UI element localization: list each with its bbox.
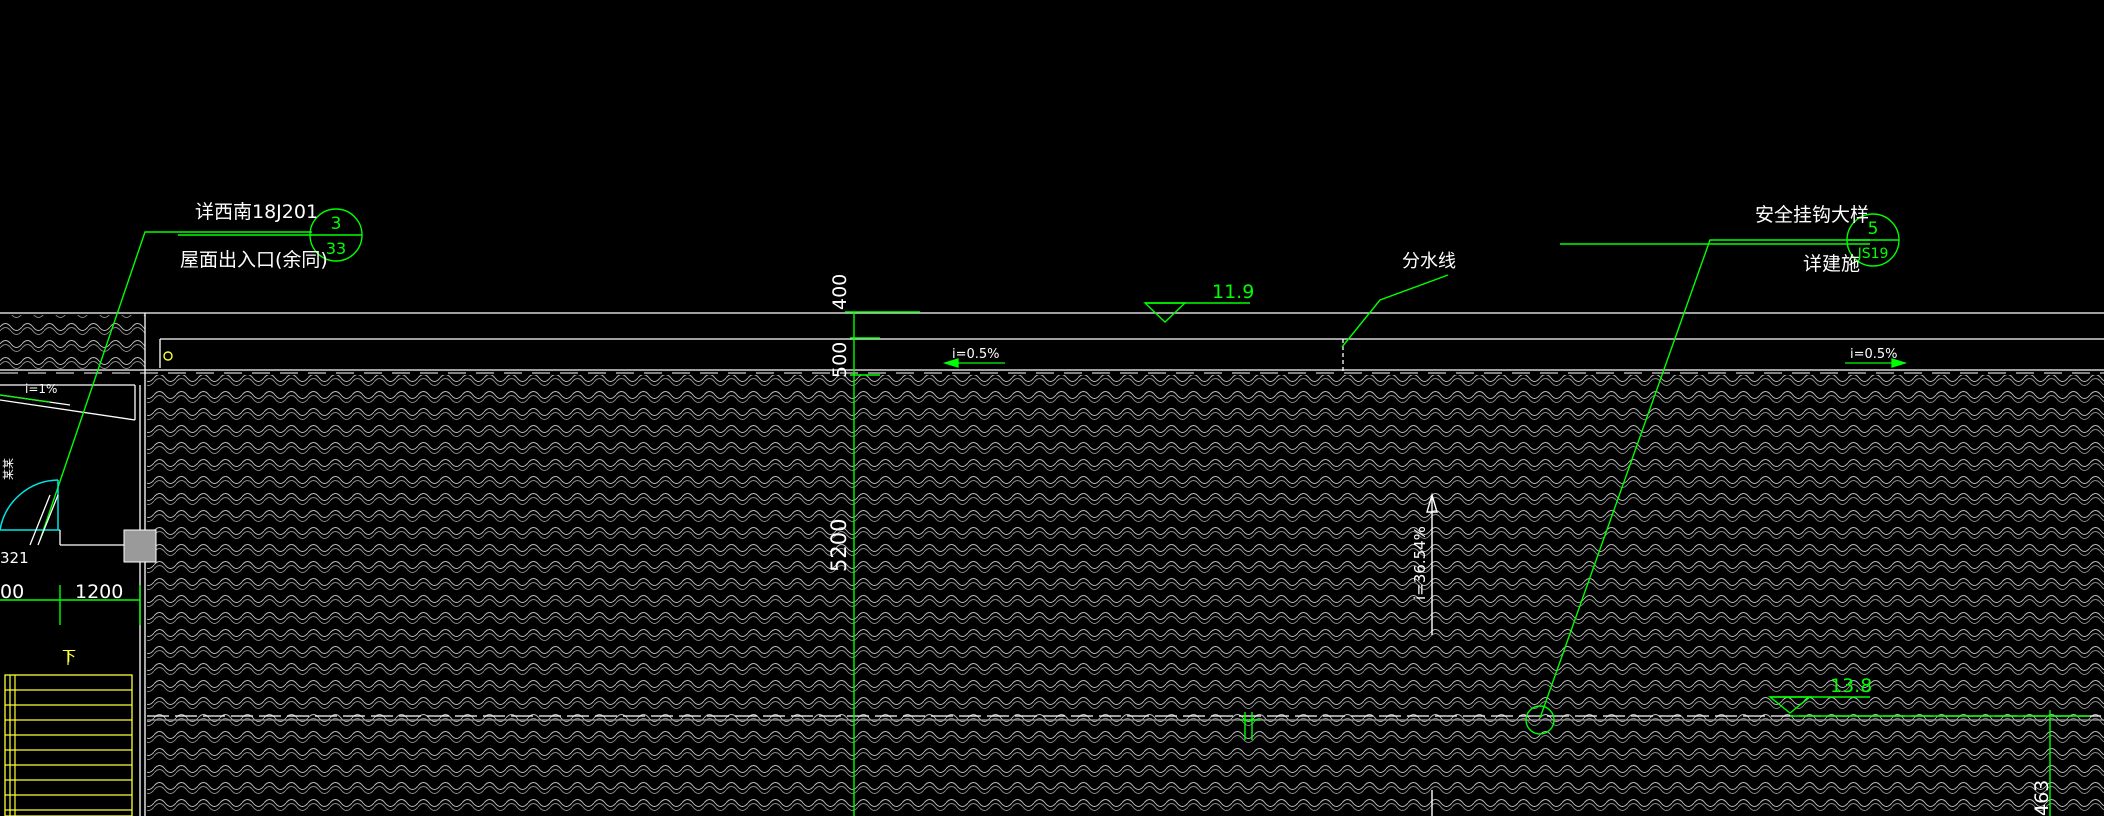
water-divide-text: 分水线 bbox=[1402, 251, 1456, 272]
elevation-bottom-text: 13.8 bbox=[1830, 675, 1872, 697]
ref-left-circle-bottom-text: 33 bbox=[326, 239, 346, 258]
ref-left-bottom-text: 屋面出入口(余同) bbox=[180, 249, 328, 271]
label-321-text: 321 bbox=[0, 549, 29, 567]
label-463-text: 463 bbox=[2031, 780, 2053, 816]
dim-400-text: 400 bbox=[829, 274, 851, 310]
main-roof-tile-area bbox=[147, 375, 2104, 816]
slope-roof-text: i=36.54% bbox=[1411, 526, 1429, 600]
label-down-text: 下 bbox=[62, 649, 76, 665]
slope-small-text: i=1% bbox=[25, 382, 57, 396]
slope-right-text: i=0.5% bbox=[1850, 347, 1898, 362]
left-roof-tile-area bbox=[0, 315, 145, 370]
dim-1200-text: 1200 bbox=[75, 581, 123, 603]
elevation-top-text: 11.9 bbox=[1212, 281, 1254, 303]
cad-drawing-canvas[interactable]: 详西南18J201 屋面出入口(余同) 3 33 安全挂钩大样 详建施 5 JS… bbox=[0, 0, 2104, 816]
dim-00-text: 00 bbox=[0, 581, 24, 603]
ref-right-circle-bottom-text: JS19 bbox=[1857, 246, 1889, 262]
dim-500-text: 500 bbox=[829, 342, 851, 378]
label-side-text: 某某 bbox=[2, 458, 15, 480]
ref-left-circle-top-text: 3 bbox=[331, 214, 342, 234]
slope-left-text: i=0.5% bbox=[952, 347, 1000, 362]
ref-left-top-text: 详西南18J201 bbox=[195, 201, 318, 223]
ref-right-bottom-text: 详建施 bbox=[1803, 253, 1860, 275]
pipe-block bbox=[123, 529, 157, 563]
ref-right-circle-top-text: 5 bbox=[1868, 219, 1879, 239]
dim-5200-text: 5200 bbox=[827, 519, 851, 572]
ref-right-top-text: 安全挂钩大样 bbox=[1755, 204, 1869, 226]
